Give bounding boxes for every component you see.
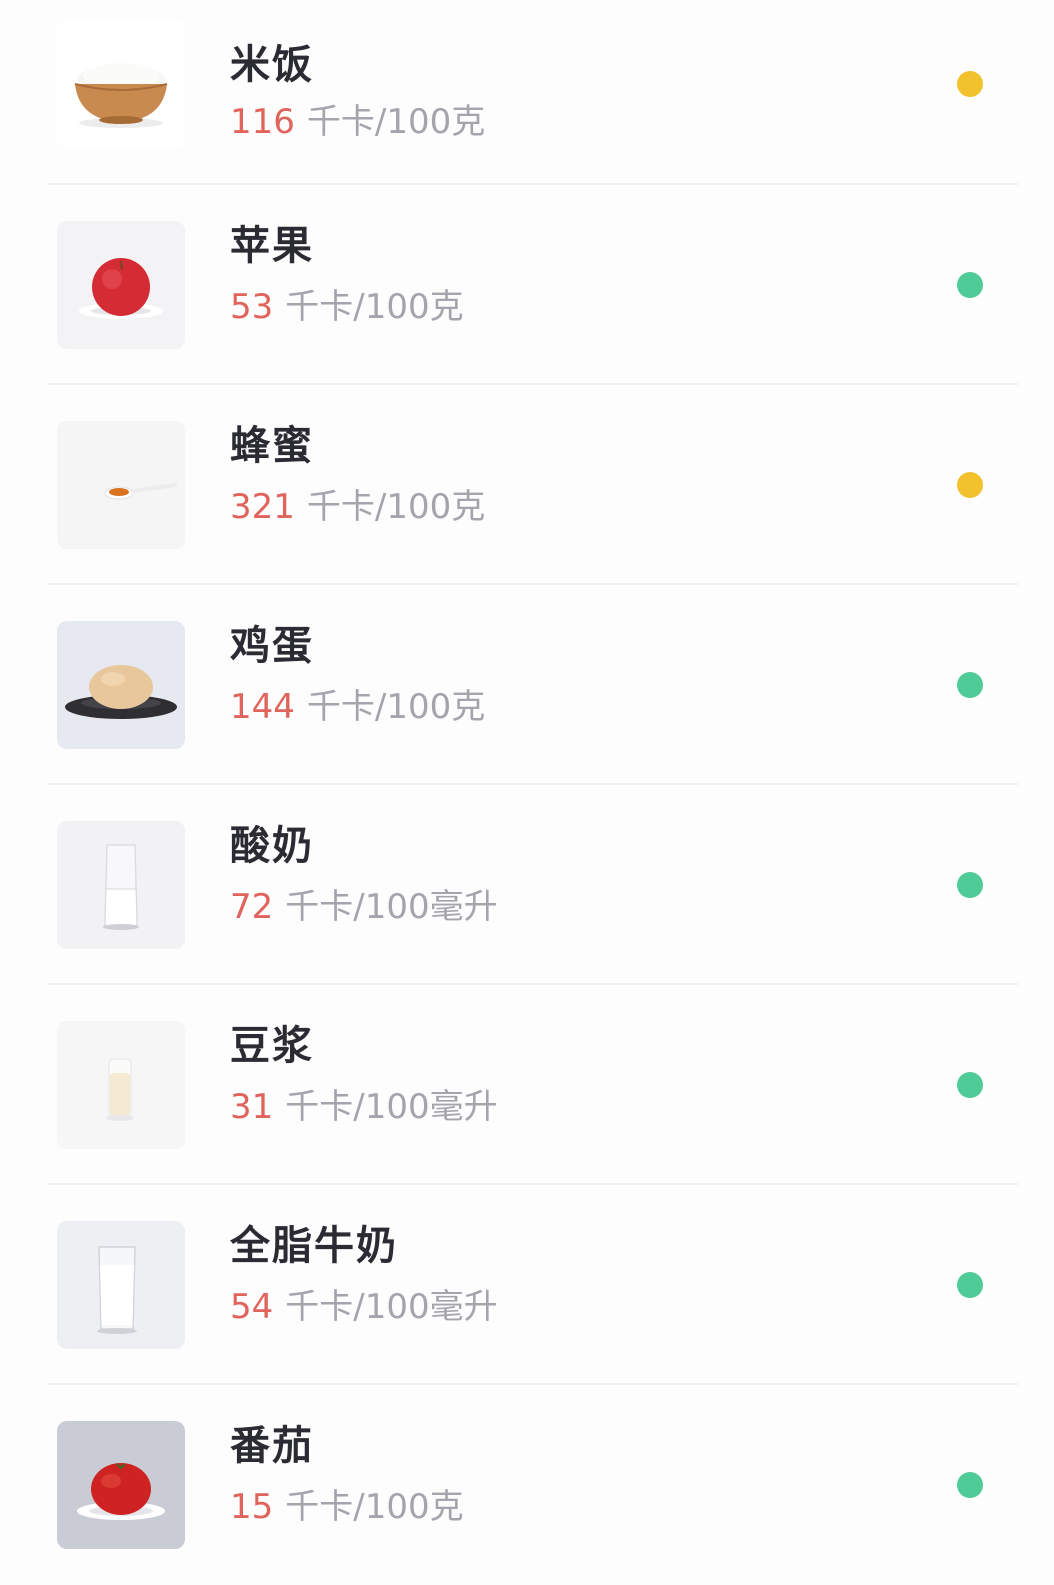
food-calories: 31 千卡/100毫升 [230, 1079, 498, 1128]
food-item-egg[interactable]: 鸡蛋 144 千卡/100克 [0, 585, 1054, 785]
status-dot-green [957, 1472, 983, 1498]
apple-icon [57, 221, 185, 349]
status-dot-green [957, 872, 983, 898]
food-list: 米饭 116 千卡/100克 苹果 53 千卡/100克 蜂蜜 321 千卡/1… [0, 0, 1054, 1585]
calorie-value: 53 [230, 287, 274, 327]
milk-glass-icon [57, 1221, 185, 1349]
calorie-unit: 千卡/100克 [306, 487, 486, 527]
status-dot-green [957, 672, 983, 698]
status-dot-green [957, 1272, 983, 1298]
food-item-yogurt[interactable]: 酸奶 72 千卡/100毫升 [0, 785, 1054, 985]
food-item-tomato[interactable]: 番茄 15 千卡/100克 [0, 1385, 1054, 1585]
food-name: 鸡蛋 [230, 623, 314, 669]
status-dot-green [957, 1072, 983, 1098]
food-name: 苹果 [230, 223, 314, 269]
calorie-unit: 千卡/100克 [285, 287, 464, 327]
tomato-icon [57, 1421, 185, 1549]
calorie-unit: 千卡/100克 [306, 102, 486, 142]
food-calories: 144 千卡/100克 [230, 679, 485, 728]
soy-milk-bottle-icon [57, 1021, 185, 1149]
honey-spoon-icon [57, 421, 185, 549]
calorie-value: 72 [230, 887, 274, 927]
status-dot-green [957, 272, 983, 298]
food-name: 酸奶 [230, 823, 314, 869]
food-calories: 72 千卡/100毫升 [230, 879, 498, 928]
food-name: 蜂蜜 [230, 423, 314, 469]
status-dot-yellow [957, 71, 983, 97]
food-item-apple[interactable]: 苹果 53 千卡/100克 [0, 185, 1054, 385]
food-calories: 321 千卡/100克 [230, 479, 485, 528]
food-calories: 53 千卡/100克 [230, 279, 464, 328]
calorie-value: 31 [230, 1087, 274, 1127]
calorie-value: 15 [230, 1487, 274, 1527]
food-name: 全脂牛奶 [230, 1223, 398, 1269]
egg-icon [57, 621, 185, 749]
calorie-unit: 千卡/100克 [306, 687, 486, 727]
yogurt-glass-icon [57, 821, 185, 949]
status-dot-yellow [957, 472, 983, 498]
food-calories: 54 千卡/100毫升 [230, 1279, 498, 1328]
calorie-value: 144 [230, 687, 295, 727]
rice-bowl-icon [57, 20, 185, 148]
food-name: 番茄 [230, 1423, 314, 1469]
food-calories: 15 千卡/100克 [230, 1479, 464, 1528]
calorie-unit: 千卡/100毫升 [285, 1287, 498, 1327]
calorie-unit: 千卡/100毫升 [285, 1087, 498, 1127]
food-item-rice[interactable]: 米饭 116 千卡/100克 [0, 0, 1054, 185]
calorie-unit: 千卡/100克 [285, 1487, 464, 1527]
food-item-whole-milk[interactable]: 全脂牛奶 54 千卡/100毫升 [0, 1185, 1054, 1385]
calorie-unit: 千卡/100毫升 [285, 887, 498, 927]
food-name: 米饭 [230, 42, 314, 88]
calorie-value: 321 [230, 487, 295, 527]
calorie-value: 116 [230, 102, 295, 142]
food-item-soy-milk[interactable]: 豆浆 31 千卡/100毫升 [0, 985, 1054, 1185]
food-name: 豆浆 [230, 1023, 314, 1069]
food-item-honey[interactable]: 蜂蜜 321 千卡/100克 [0, 385, 1054, 585]
calorie-value: 54 [230, 1287, 274, 1327]
food-calories: 116 千卡/100克 [230, 94, 485, 143]
